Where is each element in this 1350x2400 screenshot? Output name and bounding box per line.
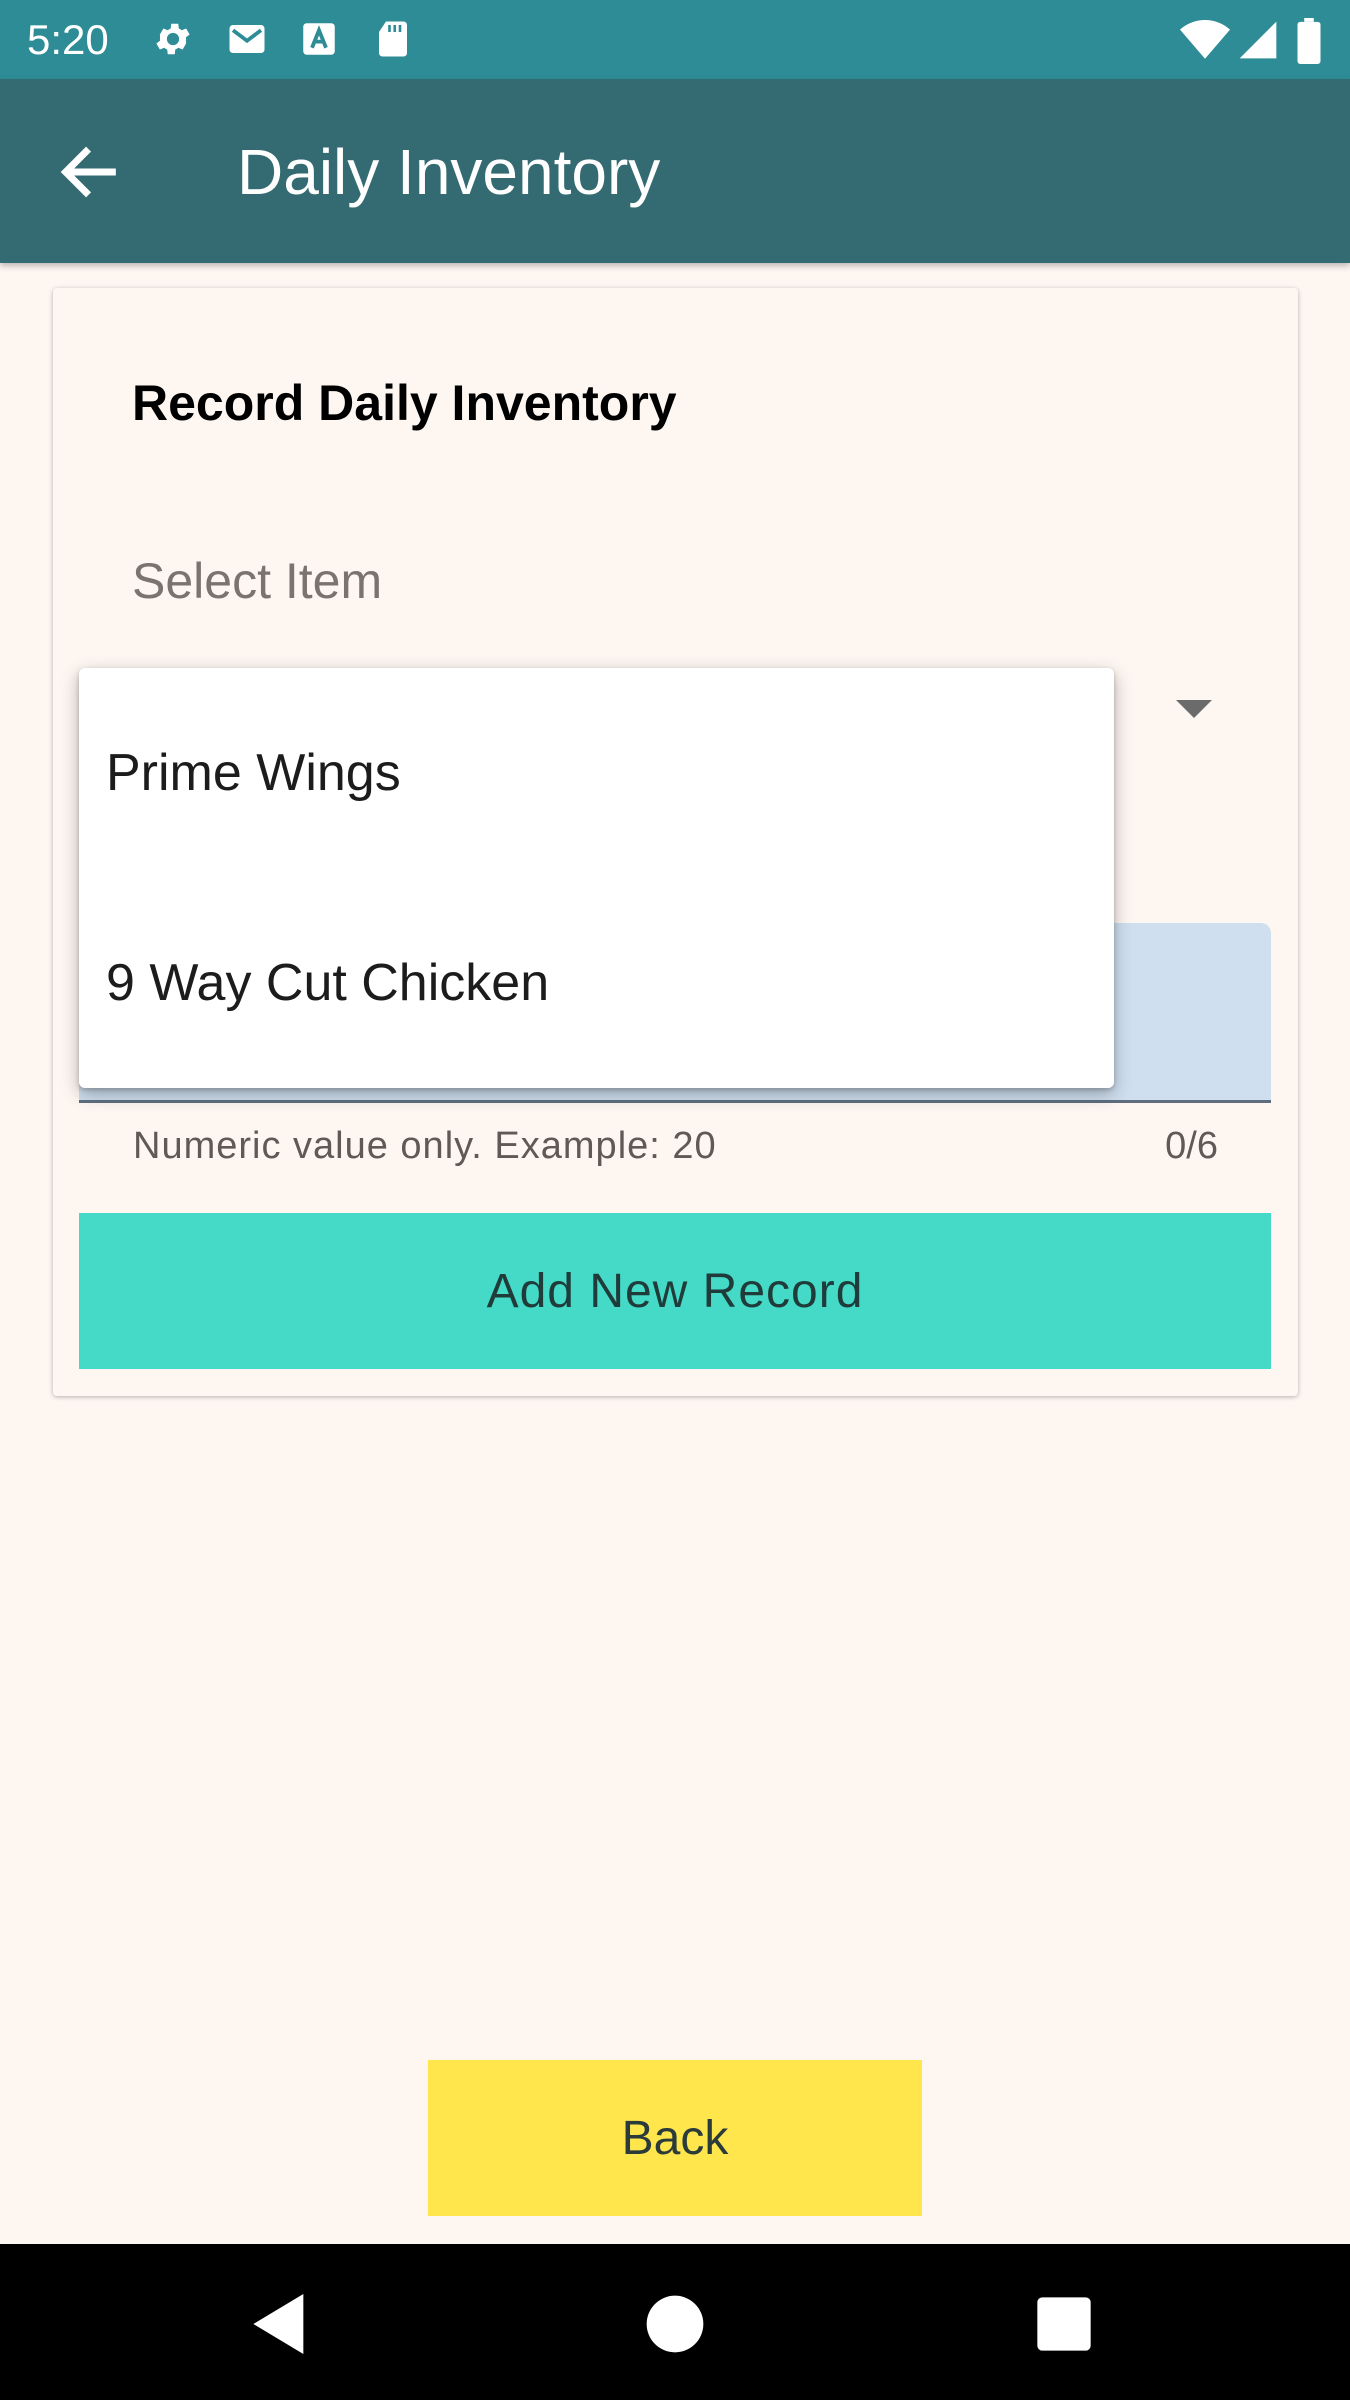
chevron-down-icon[interactable]: [1176, 700, 1212, 718]
battery-icon: [1297, 18, 1321, 64]
system-nav-bar: [0, 2244, 1350, 2400]
page-title: Daily Inventory: [237, 136, 661, 208]
dropdown-option-9-way-cut-chicken[interactable]: 9 Way Cut Chicken: [79, 878, 1114, 1088]
status-time: 5:20: [27, 16, 109, 63]
add-new-record-button[interactable]: Add New Record: [79, 1213, 1271, 1369]
status-bar: 5:20: [0, 0, 1350, 79]
arrow-left-icon[interactable]: [54, 137, 124, 207]
app-bar: Daily Inventory: [0, 79, 1350, 263]
sd-card-icon: [379, 21, 407, 57]
quantity-helper-text: Numeric value only. Example: 20: [133, 1125, 717, 1167]
wifi-icon: [1180, 20, 1230, 59]
back-button[interactable]: Back: [428, 2060, 922, 2216]
recents-square-icon[interactable]: [1024, 2284, 1104, 2364]
dropdown-option-prime-wings[interactable]: Prime Wings: [79, 668, 1114, 878]
gear-icon: [156, 23, 190, 55]
a-font-icon: [303, 23, 335, 55]
signal-icon: [1239, 21, 1277, 59]
select-item-label[interactable]: Select Item: [132, 552, 382, 610]
item-dropdown-menu: Prime Wings 9 Way Cut Chicken: [79, 668, 1114, 1088]
card-title: Record Daily Inventory: [132, 375, 677, 431]
gmail-icon: [229, 25, 265, 53]
home-circle-icon[interactable]: [635, 2284, 715, 2364]
character-counter: 0/6: [1165, 1125, 1218, 1167]
back-triangle-icon[interactable]: [240, 2284, 320, 2364]
